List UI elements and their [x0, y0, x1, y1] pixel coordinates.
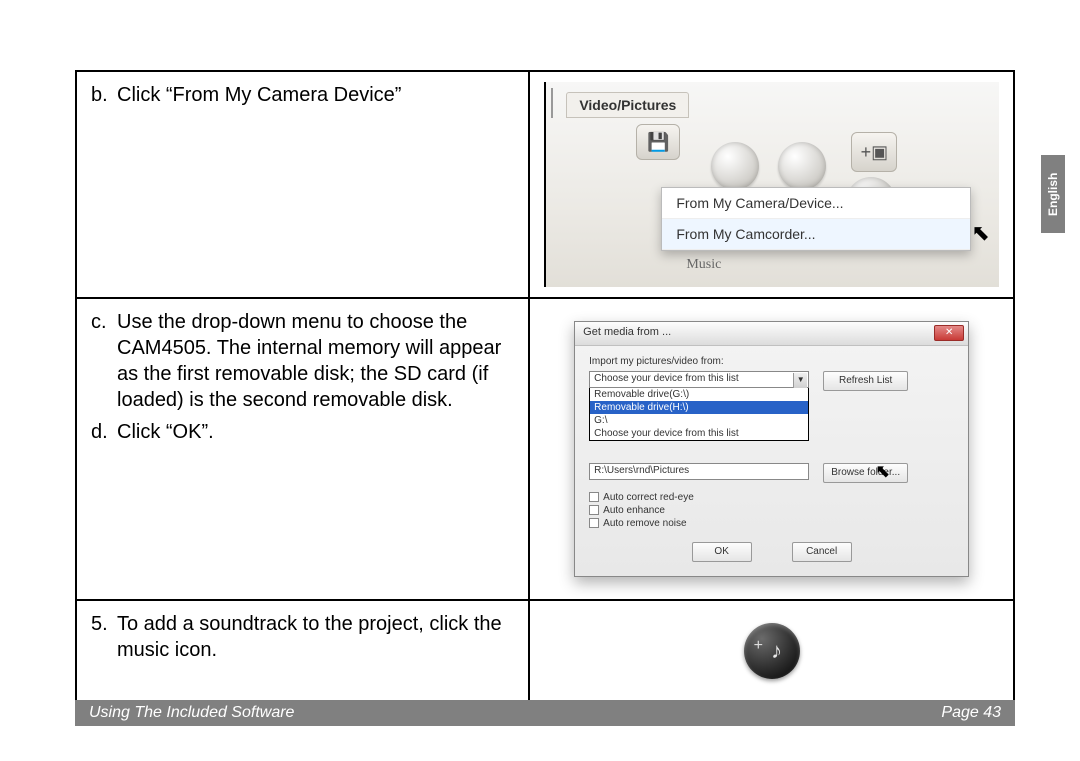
step-d-marker: d. — [91, 419, 117, 445]
menu-from-camera-device[interactable]: From My Camera/Device... — [662, 188, 970, 219]
device-dropdown[interactable]: Choose your device from this list ▼ Remo… — [589, 371, 809, 441]
step-d-text: Click “OK”. — [117, 419, 514, 445]
page-footer: Using The Included Software Page 43 — [75, 700, 1015, 726]
ok-button[interactable]: OK — [692, 542, 752, 562]
step-5-text-cell: 5. To add a soundtrack to the project, c… — [76, 600, 529, 702]
screenshot-video-pictures: Video/Pictures 💾 +▣ 🎧 From My Camera/Dev… — [544, 82, 999, 287]
context-menu: From My Camera/Device... From My Camcord… — [661, 187, 971, 251]
step-c-screenshot-cell: Get media from ... ✕ Import my pictures/… — [529, 298, 1014, 600]
check-auto-enhance[interactable]: Auto enhance — [589, 504, 954, 517]
step-5-marker: 5. — [91, 611, 117, 663]
step-b-marker: b. — [91, 82, 117, 108]
tab-video-pictures[interactable]: Video/Pictures — [566, 92, 689, 118]
combo-option[interactable]: G:\ — [590, 414, 808, 427]
dialog-get-media: Get media from ... ✕ Import my pictures/… — [574, 321, 969, 577]
step-c-marker: c. — [91, 309, 117, 413]
step-cd-text-cell: c. Use the drop-down menu to choose the … — [76, 298, 529, 600]
step-5-text: To add a soundtrack to the project, clic… — [117, 611, 514, 663]
toolbar-circle-2[interactable] — [778, 142, 826, 190]
cursor-icon: ⬉ — [875, 461, 890, 482]
check-red-eye[interactable]: Auto correct red-eye — [589, 491, 954, 504]
combo-option[interactable]: Removable drive(G:\) — [590, 388, 808, 401]
footer-section-title: Using The Included Software — [89, 704, 294, 722]
add-video-icon[interactable]: +▣ — [851, 132, 897, 172]
screenshot-music-icon: + ♪ — [544, 611, 999, 691]
import-label: Import my pictures/video from: — [589, 356, 954, 367]
path-field[interactable]: R:\Users\rnd\Pictures — [589, 463, 809, 480]
save-icon[interactable]: 💾 — [636, 124, 680, 160]
toolbar-circle-1[interactable] — [711, 142, 759, 190]
add-music-icon[interactable]: + ♪ — [744, 623, 800, 679]
chevron-down-icon[interactable]: ▼ — [793, 373, 807, 388]
screenshot-get-media-dialog: Get media from ... ✕ Import my pictures/… — [544, 309, 999, 589]
footer-page-number: Page 43 — [941, 704, 1001, 722]
instruction-table: b. Click “From My Camera Device” Video/P… — [75, 70, 1015, 703]
cancel-button[interactable]: Cancel — [792, 542, 852, 562]
check-remove-noise[interactable]: Auto remove noise — [589, 517, 954, 530]
dialog-title: Get media from ... ✕ — [575, 322, 968, 346]
step-b-text: Click “From My Camera Device” — [117, 82, 514, 108]
music-section-label: Music — [686, 257, 721, 273]
language-tab[interactable]: English — [1041, 155, 1065, 233]
menu-from-camcorder[interactable]: From My Camcorder... — [662, 219, 970, 250]
step-5-screenshot-cell: + ♪ — [529, 600, 1014, 702]
step-b-text-cell: b. Click “From My Camera Device” — [76, 71, 529, 298]
refresh-list-button[interactable]: Refresh List — [823, 371, 908, 391]
browse-folder-button[interactable]: Browse folder... — [823, 463, 908, 483]
step-b-screenshot-cell: Video/Pictures 💾 +▣ 🎧 From My Camera/Dev… — [529, 71, 1014, 298]
cursor-icon: ⬉ — [971, 220, 989, 246]
device-dropdown-list: Removable drive(G:\) Removable drive(H:\… — [589, 388, 809, 441]
combo-option-selected[interactable]: Removable drive(H:\) — [590, 401, 808, 414]
combo-option[interactable]: Choose your device from this list — [590, 427, 808, 440]
page-content: b. Click “From My Camera Device” Video/P… — [75, 70, 1015, 703]
close-button[interactable]: ✕ — [934, 325, 964, 341]
step-c-text: Use the drop-down menu to choose the CAM… — [117, 309, 514, 413]
